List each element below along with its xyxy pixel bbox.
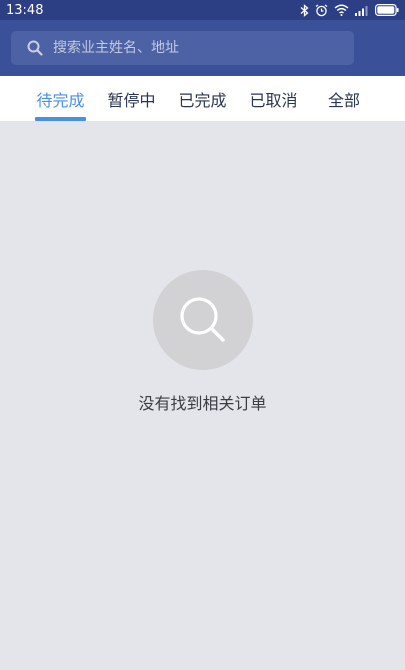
search-box[interactable] [11,31,354,65]
bluetooth-icon [300,3,309,17]
tab-paused[interactable]: 暂停中 [106,76,157,122]
tab-all[interactable]: 全部 [324,76,364,122]
tab-cancelled[interactable]: 已取消 [248,76,299,122]
signal-icon [355,5,368,16]
status-bar: 13:48 [0,0,405,20]
battery-icon [375,4,399,16]
empty-state: 没有找到相关订单 [0,270,405,414]
tab-pending[interactable]: 待完成 [35,76,86,122]
order-status-tabs: 待完成 暂停中 已完成 已取消 全部 [0,76,405,122]
tab-completed[interactable]: 已完成 [177,76,228,122]
alarm-icon [315,4,328,16]
wifi-icon [334,4,349,16]
empty-state-message: 没有找到相关订单 [138,394,267,413]
search-icon [179,297,225,342]
search-icon [27,40,43,56]
status-time: 13:48 [6,2,44,18]
header-bar [0,20,405,76]
active-tab-indicator [35,117,86,121]
empty-state-circle [152,270,253,370]
status-icons [300,3,399,17]
search-input[interactable] [53,40,333,56]
